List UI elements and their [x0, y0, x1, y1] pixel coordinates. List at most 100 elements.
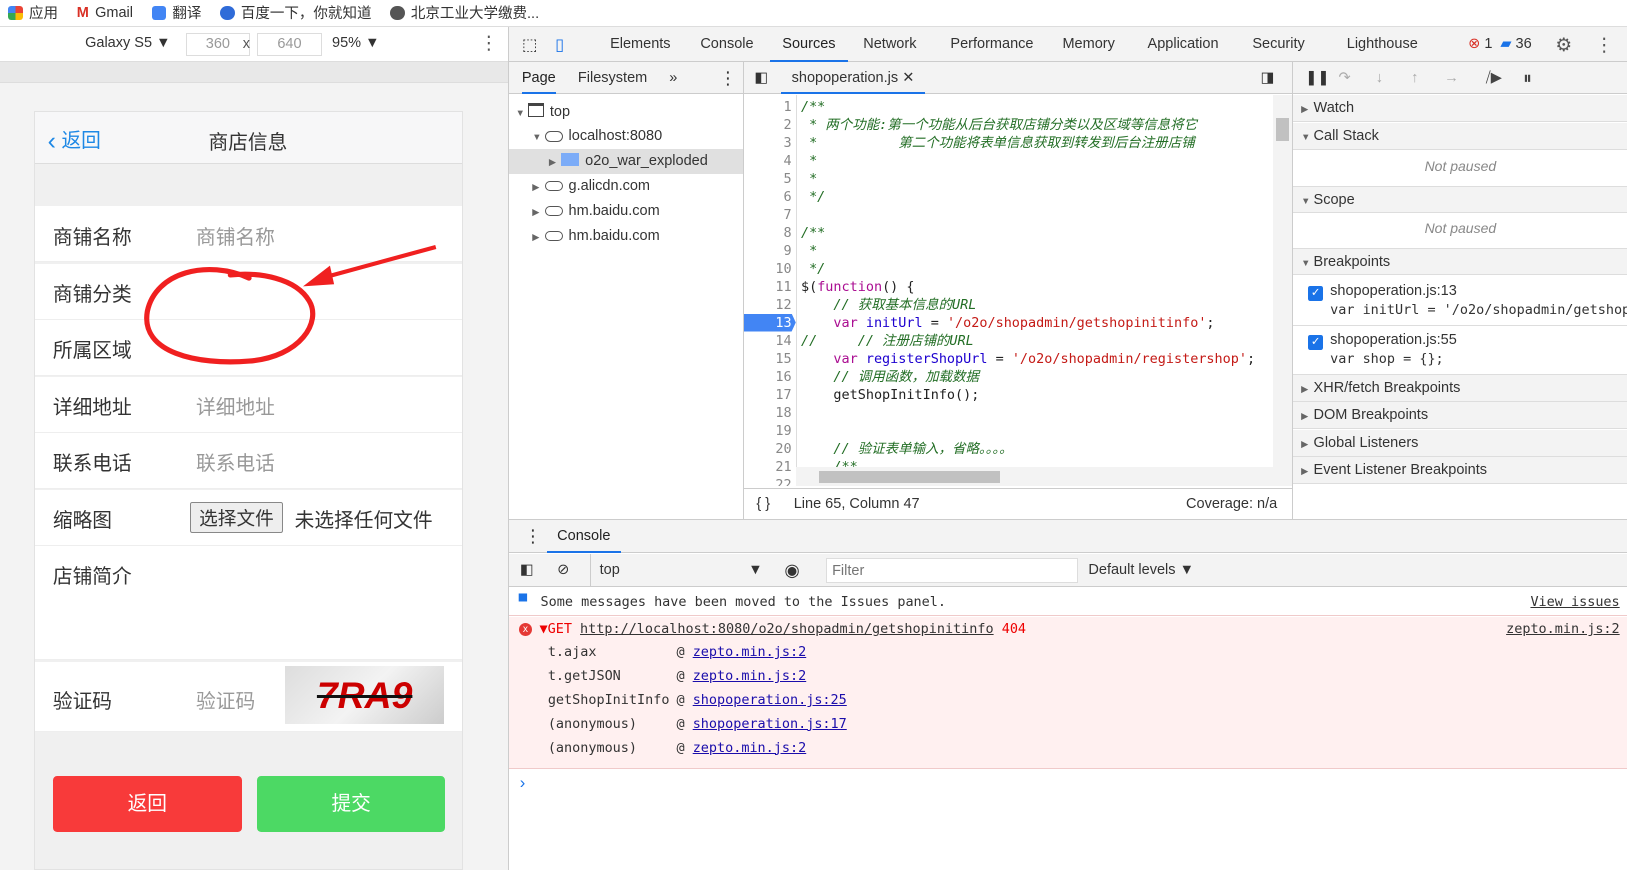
- line-number[interactable]: 20: [744, 440, 796, 458]
- section-event-listener-breakpoints[interactable]: ▶ Event Listener Breakpoints: [1292, 457, 1627, 484]
- stack-source-link[interactable]: zepto.min.js:2: [693, 644, 807, 660]
- line-number[interactable]: 12: [744, 296, 796, 314]
- tab-network[interactable]: Network: [863, 27, 916, 62]
- line-number[interactable]: 15: [744, 350, 796, 368]
- stack-source-link[interactable]: zepto.min.js:2: [693, 668, 807, 684]
- line-number[interactable]: 6: [744, 188, 796, 206]
- checkbox-checked-icon[interactable]: ✓: [1308, 335, 1323, 350]
- gear-icon[interactable]: ⚙: [1555, 27, 1572, 62]
- tab-console[interactable]: Console: [546, 520, 621, 553]
- toggle-debugger-icon[interactable]: ◨: [1261, 62, 1275, 94]
- line-number[interactable]: 9: [744, 242, 796, 260]
- line-number[interactable]: 14: [744, 332, 796, 350]
- context-select[interactable]: top ▼: [590, 554, 763, 588]
- tree-item[interactable]: ▶ hm.baidu.com: [509, 224, 742, 249]
- tab-memory[interactable]: Memory: [1062, 27, 1114, 62]
- eye-icon[interactable]: ◉: [784, 554, 799, 587]
- device-toggle-icon[interactable]: ▯: [555, 27, 564, 62]
- error-url-link[interactable]: http://localhost:8080/o2o/shopadmin/gets…: [580, 621, 994, 637]
- clear-console-icon[interactable]: ⊘: [557, 554, 569, 587]
- step-icon[interactable]: →: [1444, 62, 1459, 94]
- step-out-icon[interactable]: ↑: [1411, 62, 1418, 94]
- tree-item[interactable]: ▼ top: [509, 100, 742, 125]
- caret-right-icon[interactable]: ▶: [532, 200, 544, 225]
- code-editor[interactable]: 1 /** 2 * 两个功能:第一个功能从后台获取店铺分类以及区域等信息将它 3 * …: [743, 95, 1273, 486]
- more-icon[interactable]: ⋮: [1595, 27, 1614, 62]
- tab-sources[interactable]: Sources: [769, 27, 848, 63]
- tree-item[interactable]: ▼ localhost:8080: [509, 124, 742, 149]
- stack-source-link[interactable]: shopoperation.js:25: [693, 692, 847, 708]
- line-number[interactable]: 11: [744, 278, 796, 296]
- line-number[interactable]: 2: [744, 116, 796, 134]
- line-number[interactable]: 18: [744, 404, 796, 422]
- line-number[interactable]: 10: [744, 260, 796, 278]
- error-source-link[interactable]: zepto.min.js:2: [1506, 621, 1620, 637]
- deactivate-breakpoints-icon[interactable]: ⧸▶: [1486, 62, 1502, 94]
- tree-item[interactable]: ▶ o2o_war_exploded: [509, 149, 743, 175]
- issues-count[interactable]: ▰ 36: [1500, 27, 1531, 62]
- tree-item[interactable]: ▶ hm.baidu.com: [509, 199, 742, 224]
- inspect-icon[interactable]: ⬚: [522, 27, 538, 62]
- step-over-icon[interactable]: ↷: [1338, 62, 1350, 94]
- levels-select[interactable]: Default levels ▼: [1088, 554, 1194, 587]
- line-number[interactable]: 16: [744, 368, 796, 386]
- scrollbar-thumb[interactable]: [1276, 118, 1289, 142]
- error-count[interactable]: ⊗ 1: [1468, 27, 1492, 62]
- breakpoint-item[interactable]: ✓ shopoperation.js:13 var initUrl = '/o2o/…: [1292, 277, 1627, 326]
- line-number[interactable]: 5: [744, 170, 796, 188]
- section-xhr-fetch-breakpoints[interactable]: ▶ XHR/fetch Breakpoints: [1292, 374, 1627, 402]
- view-issues-link[interactable]: View issues: [1530, 588, 1619, 616]
- line-number[interactable]: 8: [744, 224, 796, 242]
- toggle-navigator-icon[interactable]: ◧: [754, 62, 768, 94]
- line-number[interactable]: 1: [744, 98, 796, 116]
- file-tab[interactable]: shopoperation.js ✕: [781, 62, 925, 95]
- tab-filesystem[interactable]: Filesystem: [578, 62, 647, 94]
- tab-application[interactable]: Application: [1148, 27, 1219, 62]
- line-number[interactable]: 3: [744, 134, 796, 152]
- section-call-stack[interactable]: ▼ Call Stack: [1292, 123, 1627, 151]
- line-number[interactable]: 7: [744, 206, 796, 224]
- caret-right-icon[interactable]: ▶: [532, 175, 544, 200]
- tab-elements[interactable]: Elements: [610, 27, 671, 62]
- caret-down-icon[interactable]: ▼: [516, 101, 528, 126]
- checkbox-checked-icon[interactable]: ✓: [1308, 286, 1323, 301]
- console-prompt[interactable]: ›: [520, 773, 526, 793]
- more-tabs-button[interactable]: »: [669, 62, 677, 94]
- section-scope[interactable]: ▼ Scope: [1292, 185, 1627, 213]
- close-icon[interactable]: ✕: [902, 70, 914, 86]
- section-watch[interactable]: ▶ Watch: [1292, 95, 1627, 123]
- sidebar-toggle-icon[interactable]: ◧: [520, 554, 534, 587]
- tab-performance[interactable]: Performance: [950, 27, 1033, 62]
- line-number[interactable]: 22: [744, 476, 796, 486]
- section-breakpoints[interactable]: ▼ Breakpoints: [1292, 247, 1627, 275]
- line-number[interactable]: 17: [744, 386, 796, 404]
- tab-page[interactable]: Page: [521, 62, 556, 95]
- breakpoint-item[interactable]: ✓ shopoperation.js:55 var shop = {};: [1292, 326, 1627, 375]
- caret-down-icon[interactable]: ▼: [532, 125, 544, 150]
- tree-item[interactable]: ▶ g.alicdn.com: [509, 174, 742, 199]
- tab-security[interactable]: Security: [1252, 27, 1304, 62]
- error-header[interactable]: ▼GET http://localhost:8080/o2o/shopadmin…: [540, 621, 1027, 637]
- stack-source-link[interactable]: shopoperation.js:17: [693, 716, 847, 732]
- line-number[interactable]: 21: [744, 458, 796, 476]
- section-dom-breakpoints[interactable]: ▶ DOM Breakpoints: [1292, 402, 1627, 430]
- tab-lighthouse[interactable]: Lighthouse: [1347, 27, 1418, 62]
- line-number[interactable]: 13: [743, 313, 796, 332]
- horizontal-scrollbar[interactable]: [795, 466, 1274, 486]
- step-into-icon[interactable]: ↓: [1376, 62, 1383, 94]
- more-icon[interactable]: ⋮: [524, 520, 542, 553]
- stack-source-link[interactable]: zepto.min.js:2: [693, 740, 807, 756]
- vertical-scrollbar[interactable]: [1273, 95, 1292, 486]
- line-number[interactable]: 4: [744, 152, 796, 170]
- scrollbar-thumb[interactable]: [818, 471, 1001, 484]
- pause-icon[interactable]: ❚❚: [1305, 62, 1329, 94]
- filter-input[interactable]: [825, 558, 1078, 584]
- pretty-print-icon[interactable]: { }: [756, 489, 770, 520]
- more-icon[interactable]: ⋮: [719, 62, 737, 94]
- line-number[interactable]: 19: [744, 422, 796, 440]
- pause-on-exceptions-icon[interactable]: ⏸: [1523, 62, 1532, 94]
- section-global-listeners[interactable]: ▶ Global Listeners: [1292, 429, 1627, 457]
- caret-right-icon[interactable]: ▶: [549, 150, 561, 175]
- tab-console[interactable]: Console: [700, 27, 753, 62]
- caret-right-icon[interactable]: ▶: [532, 225, 544, 250]
